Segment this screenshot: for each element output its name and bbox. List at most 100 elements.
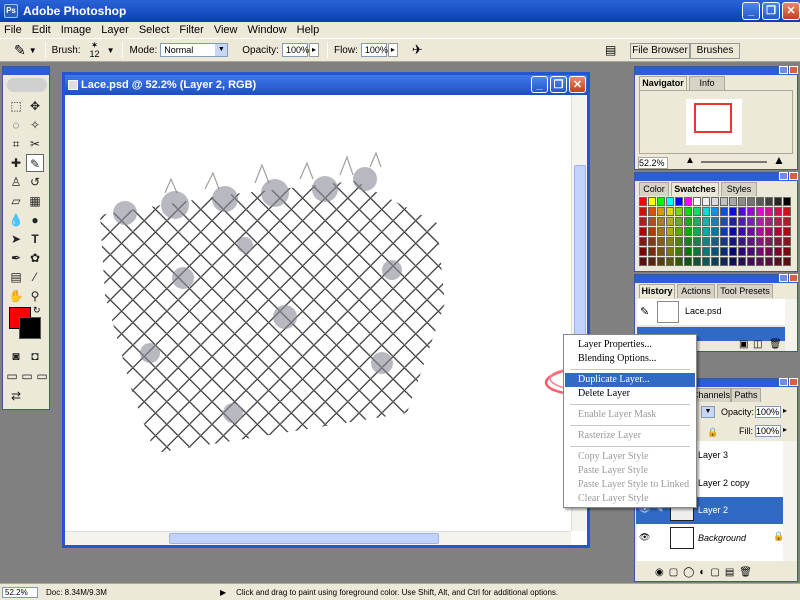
color-swatch[interactable] [756,257,764,266]
color-swatch[interactable] [738,197,746,206]
color-swatch[interactable] [774,237,782,246]
color-swatch[interactable] [702,237,710,246]
close-button[interactable]: ✕ [782,2,800,20]
color-swatch[interactable] [657,237,665,246]
document-maximize-button[interactable]: ❐ [550,76,567,93]
color-swatch[interactable] [747,197,755,206]
color-swatch[interactable] [639,237,647,246]
panel-minimize-icon[interactable] [779,172,788,180]
color-swatch[interactable] [657,207,665,216]
color-swatch[interactable] [774,217,782,226]
color-swatch[interactable] [702,217,710,226]
color-swatch[interactable] [783,227,791,236]
color-swatch[interactable] [756,237,764,246]
color-swatch[interactable] [720,237,728,246]
color-swatch[interactable] [648,237,656,246]
color-swatch[interactable] [648,257,656,266]
layer-fill-input[interactable]: 100% [755,425,781,437]
color-swatch[interactable] [684,237,692,246]
airbrush-icon[interactable]: ✈ [412,42,423,58]
opacity-input[interactable]: 100% [281,43,309,57]
menu-help[interactable]: Help [297,24,320,36]
color-swatch[interactable] [711,217,719,226]
notes-tool-icon[interactable]: ▤ [7,268,25,286]
menu-image[interactable]: Image [61,24,92,36]
color-swatch[interactable] [738,247,746,256]
layer-row-background[interactable]: 👁 Background 🔒 [636,525,784,552]
tab-tool-presets[interactable]: Tool Presets [717,284,773,298]
color-swatch[interactable] [684,207,692,216]
color-swatch[interactable] [702,197,710,206]
custom-shape-tool-icon[interactable]: ✿ [26,249,44,267]
color-swatch[interactable] [765,257,773,266]
color-swatch[interactable] [729,257,737,266]
color-swatch[interactable] [711,197,719,206]
color-swatch[interactable] [675,257,683,266]
color-swatch[interactable] [729,207,737,216]
color-swatch[interactable] [720,197,728,206]
color-swatch[interactable] [738,257,746,266]
quick-mask-mode-icon[interactable]: ◘ [26,347,44,365]
tab-navigator[interactable]: Navigator [639,76,687,90]
zoom-in-icon[interactable]: ▲ [773,153,785,167]
color-swatch[interactable] [765,247,773,256]
jump-to-imageready-icon[interactable]: ⇄ [7,387,25,405]
panel-close-icon[interactable] [789,66,798,74]
history-scrollbar[interactable] [785,299,797,351]
new-document-icon[interactable]: ▣ [739,339,748,350]
color-swatch[interactable] [783,217,791,226]
new-snapshot-icon[interactable]: ◫ [753,339,762,350]
tab-paths[interactable]: Paths [731,388,761,402]
color-swatch[interactable] [765,217,773,226]
color-swatch[interactable] [756,207,764,216]
panel-close-icon[interactable] [789,274,798,282]
eyedropper-tool-icon[interactable]: ⁄ [26,268,44,286]
layer-opacity-arrow-icon[interactable]: ▸ [783,406,787,415]
color-swatch[interactable] [648,207,656,216]
color-swatch[interactable] [747,207,755,216]
color-swatch[interactable] [756,227,764,236]
color-swatch[interactable] [666,257,674,266]
palette-well-icon[interactable]: ▤ [605,43,616,57]
adobe-online-icon[interactable] [7,78,47,92]
color-swatch[interactable] [693,237,701,246]
document-title-bar[interactable]: Lace.psd @ 52.2% (Layer 2, RGB) _ ❐ ✕ [65,75,587,95]
color-swatch[interactable] [711,207,719,216]
menu-select[interactable]: Select [139,24,170,36]
color-swatch[interactable] [648,197,656,206]
lace-canvas-image[interactable] [65,95,571,531]
color-swatch[interactable] [720,257,728,266]
panel-minimize-icon[interactable] [779,66,788,74]
color-swatch[interactable] [639,197,647,206]
color-swatch[interactable] [729,197,737,206]
status-zoom-input[interactable]: 52.2% [2,586,38,598]
color-swatch[interactable] [783,197,791,206]
color-swatch[interactable] [783,207,791,216]
color-swatch[interactable] [783,257,791,266]
opacity-slider-arrow-icon[interactable]: ▸ [308,43,319,57]
layer-fill-arrow-icon[interactable]: ▸ [783,425,787,434]
eraser-tool-icon[interactable]: ▱ [7,192,25,210]
tab-info[interactable]: Info [689,76,725,90]
color-swatch[interactable] [657,257,665,266]
path-selection-tool-icon[interactable]: ➤ [7,230,25,248]
panel-minimize-icon[interactable] [779,378,788,386]
screen-mode-full-icon[interactable]: ▭ [33,367,51,385]
color-swatch[interactable] [675,217,683,226]
color-swatch[interactable] [747,227,755,236]
move-tool-icon[interactable]: ✥ [26,97,44,115]
tab-styles[interactable]: Styles [721,182,757,196]
trash-icon[interactable]: 🗑 [769,339,782,350]
color-swatch[interactable] [729,247,737,256]
menu-edit[interactable]: Edit [32,24,51,36]
swatch-grid[interactable] [639,197,791,269]
hand-tool-icon[interactable]: ✋ [7,287,25,305]
color-swatch[interactable] [765,207,773,216]
color-swatch[interactable] [783,247,791,256]
color-swatch[interactable] [702,207,710,216]
color-swatch[interactable] [774,227,782,236]
flow-input[interactable]: 100% [360,43,388,57]
color-swatch[interactable] [711,227,719,236]
color-swatch[interactable] [774,197,782,206]
color-swatch[interactable] [756,217,764,226]
